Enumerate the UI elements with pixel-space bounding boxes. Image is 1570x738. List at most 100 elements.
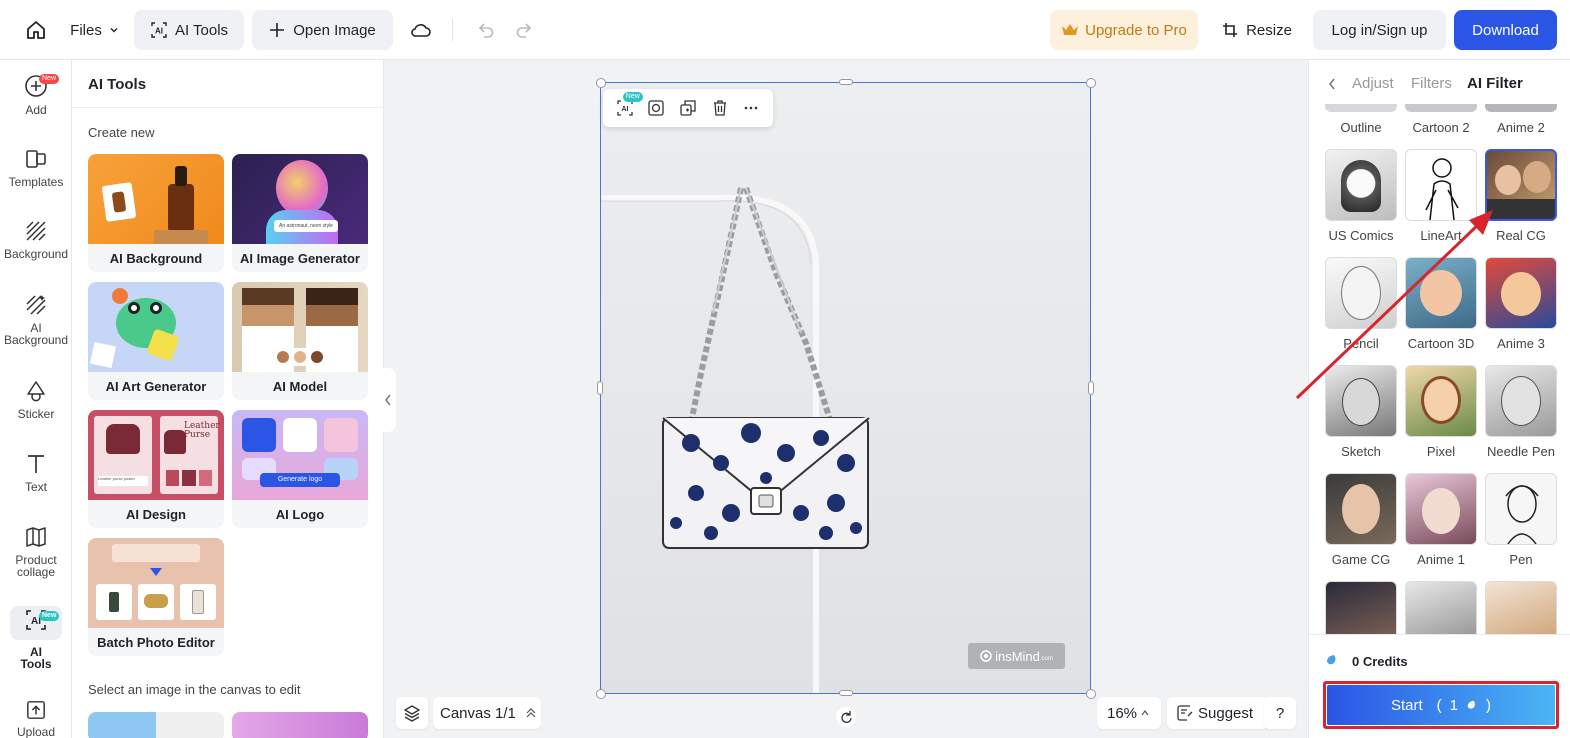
edit-card[interactable] xyxy=(232,712,368,738)
resize-handle[interactable] xyxy=(1088,381,1094,395)
floating-toolbar: AI New xyxy=(603,89,773,127)
nav-templates[interactable]: Templates xyxy=(0,148,72,188)
back-chevron-icon[interactable] xyxy=(1327,77,1337,91)
card-ai-design[interactable]: Leather purse poster Leather Purse AI De… xyxy=(88,410,224,528)
nav-product-collage-label: Product collage xyxy=(15,553,57,579)
design-left-frame: Leather purse poster xyxy=(94,416,152,494)
card-ai-design-label: AI Design xyxy=(126,507,186,522)
zoom-label: 16% xyxy=(1107,704,1138,722)
zoom-button[interactable]: 16% xyxy=(1097,697,1161,729)
files-menu[interactable]: Files xyxy=(62,10,128,50)
ai-tool-button[interactable]: AI New xyxy=(617,92,643,116)
open-image-label: Open Image xyxy=(293,21,376,39)
ai-tools-button[interactable]: AI AI Tools xyxy=(134,10,244,50)
logo-tile xyxy=(242,418,276,452)
nav-add[interactable]: Add New xyxy=(0,74,72,116)
credits-label: 0 Credits xyxy=(1352,654,1408,669)
more-icon[interactable] xyxy=(743,100,759,116)
redo-button[interactable] xyxy=(508,10,540,50)
filter-more[interactable] xyxy=(1325,581,1397,634)
resize-handle[interactable] xyxy=(597,381,603,395)
collapse-panel-tab[interactable] xyxy=(380,368,396,432)
layers-button[interactable] xyxy=(396,697,428,729)
cube-shape xyxy=(89,341,117,369)
arrow-down-icon xyxy=(150,568,162,576)
design-title: Leather Purse xyxy=(184,421,220,440)
tab-filters[interactable]: Filters xyxy=(1411,75,1452,92)
product-sketch xyxy=(101,182,137,222)
cloud-save-button[interactable] xyxy=(402,10,440,50)
edit-card[interactable] xyxy=(88,712,224,738)
resize-handle[interactable] xyxy=(1086,689,1096,699)
card-ai-image-generator-label: AI Image Generator xyxy=(240,251,360,266)
card-ai-art-generator[interactable]: AI Art Generator xyxy=(88,282,224,400)
filter-label-outline: Outline xyxy=(1340,120,1382,135)
card-ai-model[interactable]: AI Model xyxy=(232,282,368,400)
chevron-left-icon xyxy=(385,394,391,406)
watermark-suffix: .com xyxy=(1039,655,1053,662)
card-ai-image-generator[interactable]: An astronaut, neon style AI Image Genera… xyxy=(232,154,368,272)
filter-more[interactable] xyxy=(1485,581,1557,634)
download-button[interactable]: Download xyxy=(1454,10,1557,50)
sticker-icon xyxy=(27,381,45,402)
product-pedestal xyxy=(154,230,208,244)
nav-text[interactable]: Text xyxy=(0,453,72,493)
filter-anime-1[interactable] xyxy=(1405,473,1477,545)
undo-button[interactable] xyxy=(470,10,502,50)
batch-strip xyxy=(112,544,200,562)
design-prompt: Leather purse poster xyxy=(98,476,148,486)
ai-art-generator-thumb xyxy=(88,282,224,372)
help-button[interactable]: ? xyxy=(1264,697,1296,729)
frog-eye xyxy=(150,302,162,314)
nav-add-label: Add xyxy=(25,103,47,117)
card-ai-model-label: AI Model xyxy=(272,379,328,394)
download-label: Download xyxy=(1472,21,1539,39)
trash-icon[interactable] xyxy=(712,100,728,116)
filter-game-cg[interactable] xyxy=(1325,473,1397,545)
upgrade-button[interactable]: Upgrade to Pro xyxy=(1050,10,1198,50)
filter-pen[interactable] xyxy=(1485,473,1557,545)
annotation-arrow xyxy=(1295,210,1493,400)
nav-ai-tools[interactable]: AI AI Tools New xyxy=(0,606,72,670)
insmind-logo-icon xyxy=(980,650,992,662)
chevron-up-icon xyxy=(1141,710,1149,716)
card-ai-logo[interactable]: Generate logo AI Logo xyxy=(232,410,368,528)
card-ai-background[interactable]: AI Background xyxy=(88,154,224,272)
duplicate-icon[interactable] xyxy=(680,100,696,116)
ai-model-thumb xyxy=(232,282,368,372)
login-label: Log in/Sign up xyxy=(1331,21,1428,39)
suggest-button[interactable]: Suggest xyxy=(1167,697,1269,729)
frog-eye xyxy=(128,302,140,314)
nav-background-label: Background xyxy=(3,247,69,261)
resize-handle[interactable] xyxy=(839,690,853,696)
resize-button[interactable]: Resize xyxy=(1214,10,1300,50)
filter-more[interactable] xyxy=(1405,581,1477,634)
login-button[interactable]: Log in/Sign up xyxy=(1313,10,1446,50)
nav-ai-background[interactable]: AI Background xyxy=(0,294,72,346)
canvas-image[interactable]: insMind .com xyxy=(601,83,1090,693)
home-button[interactable] xyxy=(16,10,56,50)
card-batch-photo-editor[interactable]: Batch Photo Editor xyxy=(88,538,224,656)
rotate-handle[interactable] xyxy=(836,707,856,727)
resize-handle[interactable] xyxy=(596,689,606,699)
resize-handle[interactable] xyxy=(596,78,606,88)
ai-background-icon xyxy=(26,295,46,315)
resize-handle[interactable] xyxy=(1086,78,1096,88)
card-ai-background-label: AI Background xyxy=(109,251,203,266)
ai-tools-panel: AI Tools Create new AI Background An ast… xyxy=(72,60,384,738)
filter-pen-label: Pen xyxy=(1509,552,1533,567)
open-image-button[interactable]: Open Image xyxy=(252,10,393,50)
cloud-icon xyxy=(411,24,431,37)
nav-sticker[interactable]: Sticker xyxy=(0,380,72,420)
remove-bg-icon[interactable] xyxy=(648,100,665,116)
resize-handle[interactable] xyxy=(839,79,853,85)
nav-upload[interactable]: Upload xyxy=(0,700,72,738)
ai-tools-label: AI Tools xyxy=(174,21,229,39)
tab-ai-filter[interactable]: AI Filter xyxy=(1467,75,1523,92)
start-button[interactable]: Start ( 1 ) xyxy=(1327,685,1555,725)
canvas-pages-button[interactable]: Canvas 1/1 xyxy=(433,697,541,729)
nav-product-collage[interactable]: Product collage xyxy=(0,526,72,578)
prompt-box: An astronaut, neon style xyxy=(274,220,338,232)
tab-adjust[interactable]: Adjust xyxy=(1352,75,1394,92)
nav-background[interactable]: Background xyxy=(0,220,72,260)
